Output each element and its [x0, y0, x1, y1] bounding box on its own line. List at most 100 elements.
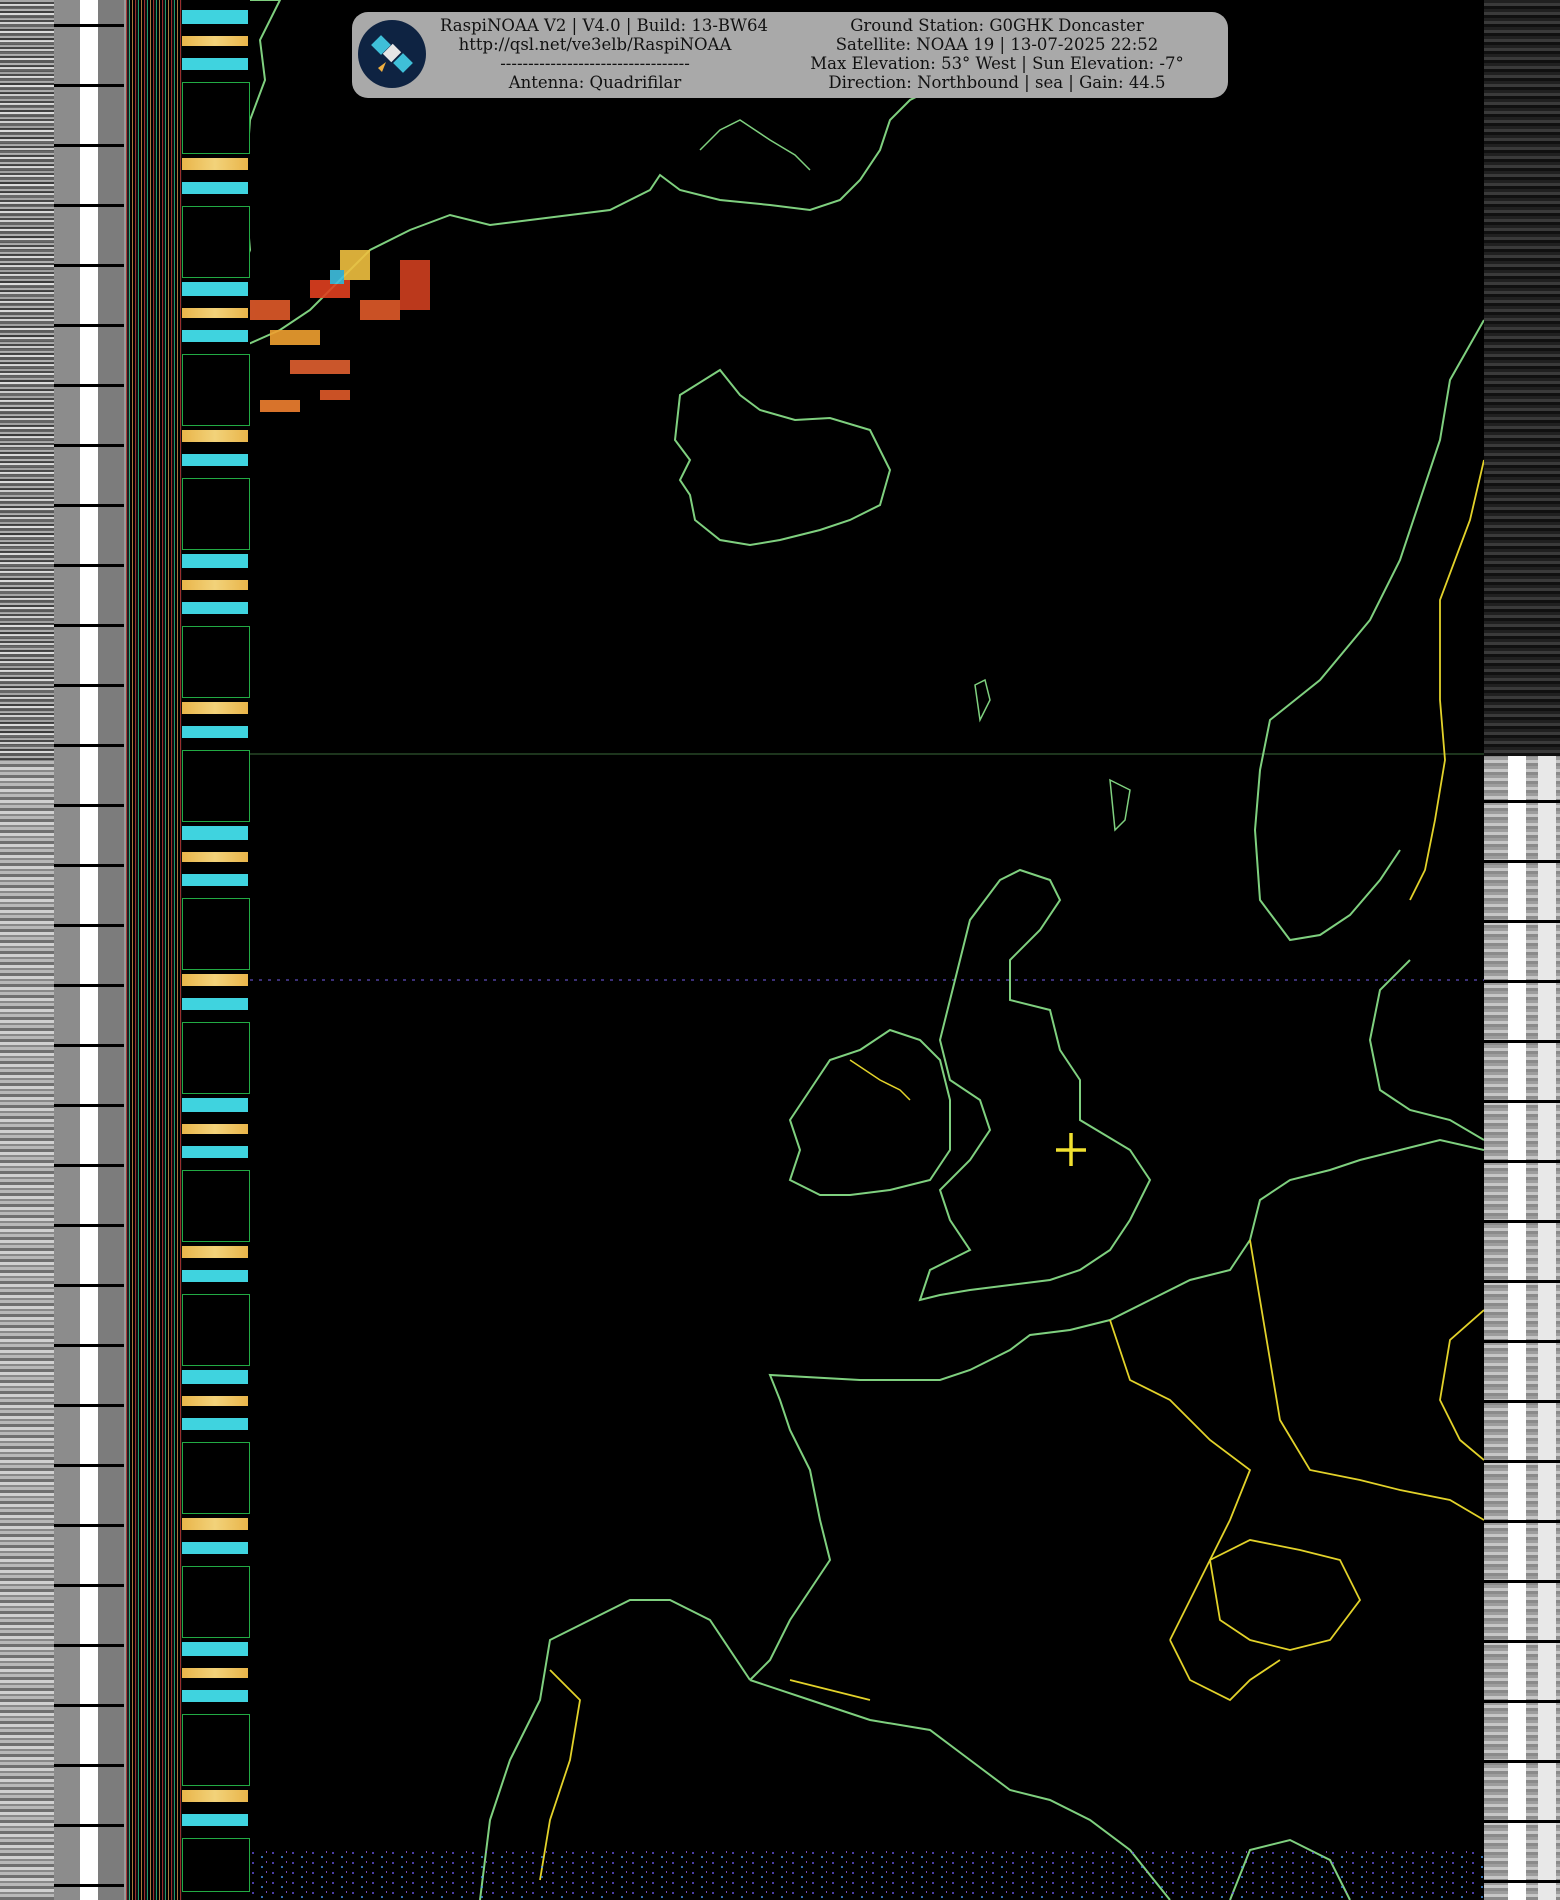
calibration-wedge [182, 580, 248, 590]
sync-tick [1484, 1880, 1560, 1883]
italy-border [1169, 1639, 1281, 1702]
sync-tick [54, 1344, 124, 1347]
calibration-wedge [182, 1642, 248, 1656]
elevation-info: Max Elevation: 53° West | Sun Elevation:… [810, 54, 1184, 73]
cloud-hotspot [250, 250, 430, 412]
calibration-wedge [182, 1246, 248, 1258]
right-dark-band [1484, 0, 1560, 756]
calibration-frame [182, 626, 250, 698]
calibration-wedge [182, 10, 248, 24]
direction-gain: Direction: Northbound | sea | Gain: 44.5 [828, 73, 1166, 92]
sync-tick [54, 84, 124, 87]
sync-tick [1484, 1520, 1560, 1523]
calibration-frame [182, 1714, 250, 1786]
satellite-icon [358, 20, 426, 88]
sync-stripes [126, 0, 182, 1900]
calibration-wedge [182, 1124, 248, 1134]
calibration-frame [182, 1838, 250, 1892]
pass-details: Ground Station: G0GHK Doncaster Satellit… [782, 16, 1212, 92]
sync-tick [54, 504, 124, 507]
sync-tick [54, 444, 124, 447]
calibration-frame [182, 1294, 250, 1366]
calibration-frame [182, 206, 250, 278]
calibration-wedge [182, 1396, 248, 1406]
calibration-frame [182, 1170, 250, 1242]
left-noise-band-dark [0, 0, 54, 760]
antenna-info: Antenna: Quadrifilar [508, 73, 682, 92]
left-white-band [80, 0, 98, 1900]
calibration-wedge [182, 874, 248, 886]
satellite-datetime: Satellite: NOAA 19 | 13-07-2025 22:52 [835, 35, 1159, 54]
calibration-wedge [182, 1790, 248, 1802]
sync-tick [54, 1104, 124, 1107]
map-overlay [250, 0, 1484, 1900]
left-gray-band-2 [98, 0, 124, 1900]
calibration-frame [182, 478, 250, 550]
sync-tick [54, 1044, 124, 1047]
calibration-frame [182, 1022, 250, 1094]
left-telemetry-strip [0, 0, 130, 1900]
sync-tick [54, 744, 124, 747]
calibration-wedge [182, 1098, 248, 1112]
project-url: http://qsl.net/ve3elb/RaspiNOAA [458, 35, 732, 54]
germany-east-border [1439, 1309, 1484, 1461]
calibration-wedge [182, 1542, 248, 1554]
continental-coastline [1149, 1138, 1484, 1301]
calibration-frame [182, 82, 250, 154]
calibration-frame [182, 354, 250, 426]
sync-tick [54, 1524, 124, 1527]
sync-tick [54, 384, 124, 387]
sync-tick [1484, 1580, 1560, 1583]
sync-tick [54, 1404, 124, 1407]
calibration-frame [182, 1442, 250, 1514]
calibration-wedge [182, 282, 248, 296]
calibration-wedge [182, 602, 248, 614]
sync-tick [1484, 1340, 1560, 1343]
calibration-wedge [182, 158, 248, 170]
calibration-wedge [182, 36, 248, 46]
ground-station: Ground Station: G0GHK Doncaster [850, 16, 1144, 35]
calibration-wedge [182, 182, 248, 194]
sync-tick [1484, 1700, 1560, 1703]
calibration-wedge [182, 852, 248, 862]
iceland-coastline [673, 368, 892, 547]
sync-tick [54, 24, 124, 27]
separator-line: ---------------------------------- [500, 54, 690, 73]
sync-tick [54, 1284, 124, 1287]
france-coastline [749, 1299, 1151, 1681]
sync-tick [54, 1764, 124, 1767]
switzerland-border [1209, 1539, 1362, 1651]
sync-tick [54, 144, 124, 147]
portugal-border [539, 1669, 581, 1881]
right-white-band-2 [1538, 756, 1556, 1900]
ireland-coastline [788, 1028, 951, 1196]
sync-tick [1484, 1460, 1560, 1463]
sync-tick [54, 924, 124, 927]
calibration-wedge [182, 1270, 248, 1282]
denmark-coastline [1368, 959, 1484, 1141]
sync-tick [1484, 860, 1560, 863]
calibration-wedge [182, 1418, 248, 1430]
norway-coastline [1253, 319, 1484, 942]
sync-tick [54, 1224, 124, 1227]
sync-tick [1484, 1040, 1560, 1043]
sync-tick [1484, 800, 1560, 803]
sync-tick [54, 804, 124, 807]
calibration-wedges [182, 0, 250, 1900]
calibration-wedge [182, 726, 248, 738]
left-gray-band [54, 0, 80, 1900]
sync-tick [54, 1464, 124, 1467]
sync-tick [1484, 1640, 1560, 1643]
calibration-wedge [182, 330, 248, 342]
sync-tick [1484, 1760, 1560, 1763]
right-white-band [1508, 756, 1526, 1900]
calibration-wedge [182, 1668, 248, 1678]
sync-tick [54, 1164, 124, 1167]
pass-info-panel: RaspiNOAA V2 | V4.0 | Build: 13-BW64 htt… [352, 12, 1228, 98]
right-telemetry-strip [1484, 0, 1560, 1900]
calibration-wedge [182, 998, 248, 1010]
crosshair-icon [1056, 1133, 1086, 1166]
sync-tick [54, 564, 124, 567]
calibration-wedge [182, 702, 248, 714]
calibration-wedge [182, 1146, 248, 1158]
